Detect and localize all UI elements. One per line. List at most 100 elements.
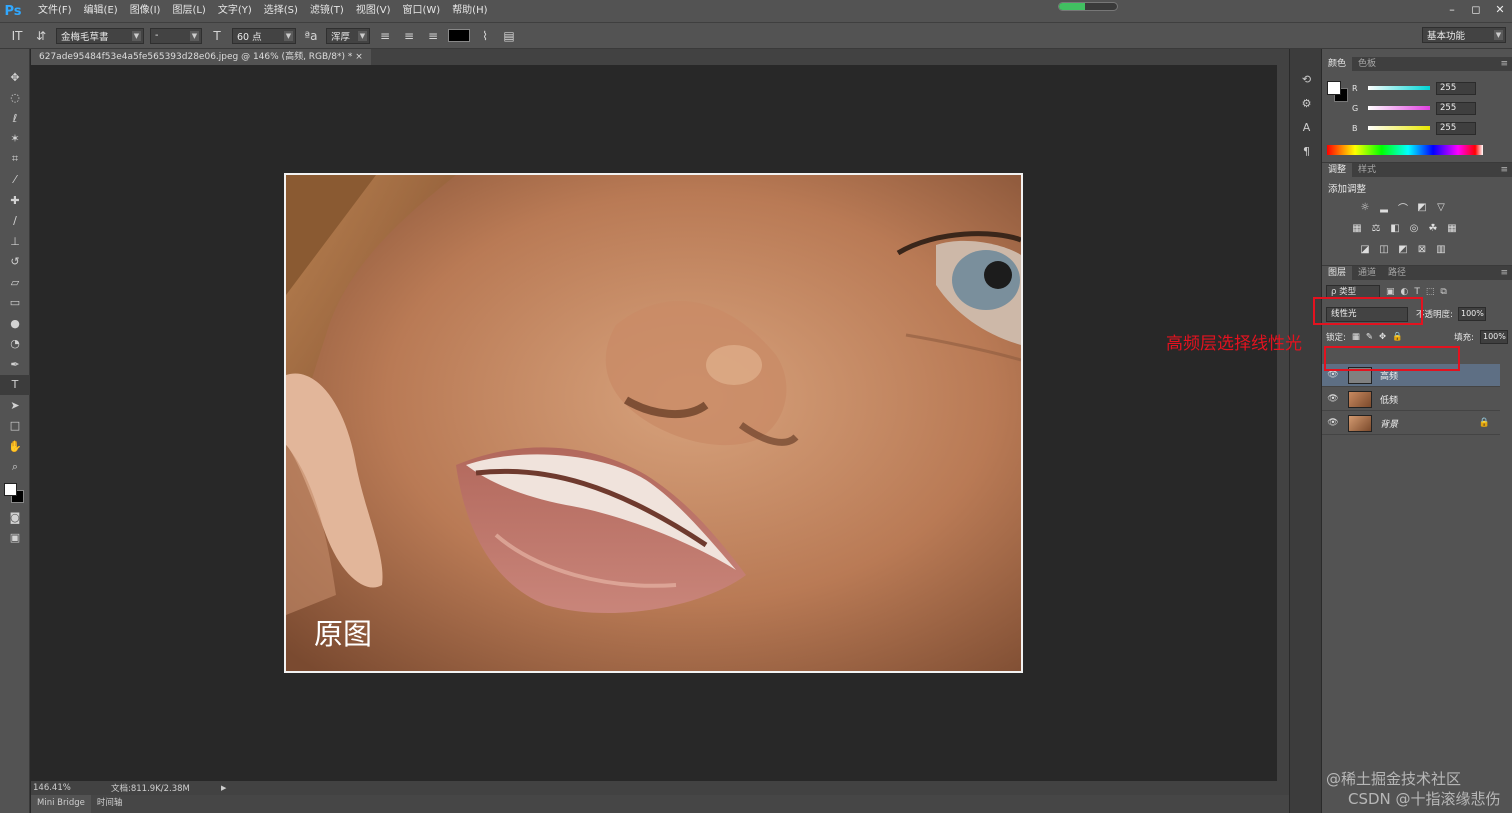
clone-stamp-tool-icon[interactable]: ⊥ — [0, 231, 30, 252]
move-tool-icon[interactable]: ✥ — [0, 67, 30, 88]
layer-name[interactable]: 背景 — [1380, 417, 1398, 430]
path-selection-tool-icon[interactable]: ➤ — [0, 395, 30, 416]
zoom-level[interactable]: 146.41% — [31, 783, 81, 793]
invert-icon[interactable]: ◪ — [1358, 242, 1372, 256]
vibrance-icon[interactable]: ▽ — [1434, 200, 1448, 214]
lock-image-icon[interactable]: ✎ — [1366, 332, 1373, 342]
zoom-tool-icon[interactable]: ⌕ — [0, 457, 30, 478]
visibility-eye-icon[interactable]: 👁 — [1322, 370, 1344, 380]
posterize-icon[interactable]: ◫ — [1377, 242, 1391, 256]
color-balance-icon[interactable]: ⚖ — [1369, 221, 1383, 235]
blue-channel-slider[interactable]: B 255 — [1352, 121, 1512, 135]
gradient-map-icon[interactable]: ▥ — [1434, 242, 1448, 256]
blur-tool-icon[interactable]: ● — [0, 313, 30, 334]
history-panel-icon[interactable]: ⟲ — [1290, 67, 1323, 91]
close-button[interactable]: ✕ — [1488, 0, 1512, 18]
character-panel-icon[interactable]: A — [1290, 115, 1323, 139]
font-style-select[interactable]: - ▼ — [150, 27, 202, 44]
lock-all-icon[interactable]: 🔒 — [1392, 332, 1403, 342]
tab-mini-bridge[interactable]: Mini Bridge — [31, 795, 91, 813]
font-family-select[interactable]: 金梅毛草書 ▼ — [56, 27, 144, 44]
paragraph-panel-icon[interactable]: ¶ — [1290, 139, 1323, 163]
photo-filter-icon[interactable]: ◎ — [1407, 221, 1421, 235]
panel-menu-icon[interactable]: ≡ — [1500, 163, 1512, 177]
color-panel-swatches[interactable] — [1327, 81, 1349, 103]
align-left-icon[interactable]: ≡ — [376, 27, 394, 45]
panel-menu-icon[interactable]: ≡ — [1500, 266, 1512, 280]
menu-window[interactable]: 窗口(W) — [396, 0, 446, 22]
color-swatches[interactable] — [0, 477, 30, 507]
type-tool-icon[interactable]: T — [0, 374, 30, 395]
rectangle-tool-icon[interactable]: □ — [0, 416, 30, 437]
opacity-input[interactable]: 100% — [1458, 307, 1486, 321]
green-channel-slider[interactable]: G 255 — [1352, 101, 1512, 115]
healing-brush-tool-icon[interactable]: ✚ — [0, 190, 30, 211]
layer-name[interactable]: 低频 — [1380, 393, 1398, 406]
menu-select[interactable]: 选择(S) — [258, 0, 304, 22]
lock-position-icon[interactable]: ✥ — [1379, 332, 1386, 342]
hand-tool-icon[interactable]: ✋ — [0, 436, 30, 457]
red-channel-value[interactable]: 255 — [1436, 81, 1476, 95]
text-color-swatch[interactable] — [448, 29, 470, 42]
filter-smart-object-icon[interactable]: ⧉ — [1440, 287, 1446, 297]
brightness-contrast-icon[interactable]: ☼ — [1358, 200, 1372, 214]
canvas-vertical-scrollbar[interactable] — [1277, 65, 1289, 781]
warp-text-icon[interactable]: ⌇ — [476, 27, 494, 45]
filter-adjustment-icon[interactable]: ◐ — [1401, 287, 1409, 297]
panel-menu-icon[interactable]: ≡ — [1500, 57, 1512, 71]
quick-mask-icon[interactable]: ◙ — [0, 507, 30, 528]
red-channel-slider[interactable]: R 255 — [1352, 81, 1512, 95]
menu-layer[interactable]: 图层(L) — [166, 0, 211, 22]
blue-channel-track[interactable] — [1368, 126, 1430, 130]
tab-layers[interactable]: 图层 — [1322, 266, 1353, 280]
pen-tool-icon[interactable]: ✒ — [0, 354, 30, 375]
hue-saturation-icon[interactable]: ▦ — [1350, 221, 1364, 235]
character-panel-icon[interactable]: ▤ — [500, 27, 518, 45]
exposure-icon[interactable]: ◩ — [1415, 200, 1429, 214]
status-menu-arrow-icon[interactable]: ▶ — [221, 784, 226, 792]
toggle-orientation-icon[interactable]: ⇵ — [32, 27, 50, 45]
crop-tool-icon[interactable]: ⌗ — [0, 149, 30, 170]
align-right-icon[interactable]: ≡ — [424, 27, 442, 45]
selective-color-icon[interactable]: ⊠ — [1415, 242, 1429, 256]
minimize-button[interactable]: – — [1440, 0, 1464, 18]
fill-input[interactable]: 100% — [1480, 330, 1508, 344]
menu-file[interactable]: 文件(F) — [32, 0, 78, 22]
tab-styles[interactable]: 样式 — [1352, 163, 1382, 177]
color-lookup-icon[interactable]: ▦ — [1445, 221, 1459, 235]
filter-type-icon[interactable]: T — [1414, 287, 1420, 297]
filter-shape-icon[interactable]: ⬚ — [1426, 287, 1435, 297]
restore-button[interactable]: ◻ — [1464, 0, 1488, 18]
green-channel-track[interactable] — [1368, 106, 1430, 110]
magic-wand-tool-icon[interactable]: ✶ — [0, 129, 30, 150]
menu-filter[interactable]: 滤镜(T) — [304, 0, 350, 22]
history-brush-tool-icon[interactable]: ↺ — [0, 252, 30, 273]
tab-channels[interactable]: 通道 — [1352, 266, 1382, 280]
document-tab[interactable]: 627ade95484f53e4a5fe565393d28e06.jpeg @ … — [31, 49, 371, 65]
lasso-tool-icon[interactable]: ℓ — [0, 108, 30, 129]
tab-color[interactable]: 颜色 — [1322, 57, 1353, 71]
properties-panel-icon[interactable]: ⚙ — [1290, 91, 1323, 115]
blue-channel-value[interactable]: 255 — [1436, 121, 1476, 135]
foreground-color-swatch[interactable] — [1327, 81, 1341, 95]
curves-icon[interactable]: ⌒ — [1396, 200, 1410, 215]
tab-paths[interactable]: 路径 — [1382, 266, 1412, 280]
gradient-tool-icon[interactable]: ▭ — [0, 293, 30, 314]
levels-icon[interactable]: ▂ — [1377, 200, 1391, 214]
type-tool-preset-icon[interactable]: IT — [8, 27, 26, 45]
visibility-eye-icon[interactable]: 👁 — [1322, 418, 1344, 428]
menu-edit[interactable]: 编辑(E) — [78, 0, 124, 22]
layer-row-low-frequency[interactable]: 👁 低频 — [1322, 388, 1500, 411]
menu-view[interactable]: 视图(V) — [350, 0, 397, 22]
menu-image[interactable]: 图像(I) — [124, 0, 167, 22]
eraser-tool-icon[interactable]: ▱ — [0, 272, 30, 293]
workspace-select[interactable]: 基本功能 ▼ — [1422, 27, 1506, 43]
visibility-eye-icon[interactable]: 👁 — [1322, 394, 1344, 404]
menu-help[interactable]: 帮助(H) — [446, 0, 493, 22]
filter-pixel-icon[interactable]: ▣ — [1386, 287, 1395, 297]
layer-row-background[interactable]: 👁 背景 🔒 — [1322, 412, 1500, 435]
screen-mode-icon[interactable]: ▣ — [0, 528, 30, 549]
tab-swatches[interactable]: 色板 — [1352, 57, 1382, 71]
red-channel-track[interactable] — [1368, 86, 1430, 90]
black-white-icon[interactable]: ◧ — [1388, 221, 1402, 235]
